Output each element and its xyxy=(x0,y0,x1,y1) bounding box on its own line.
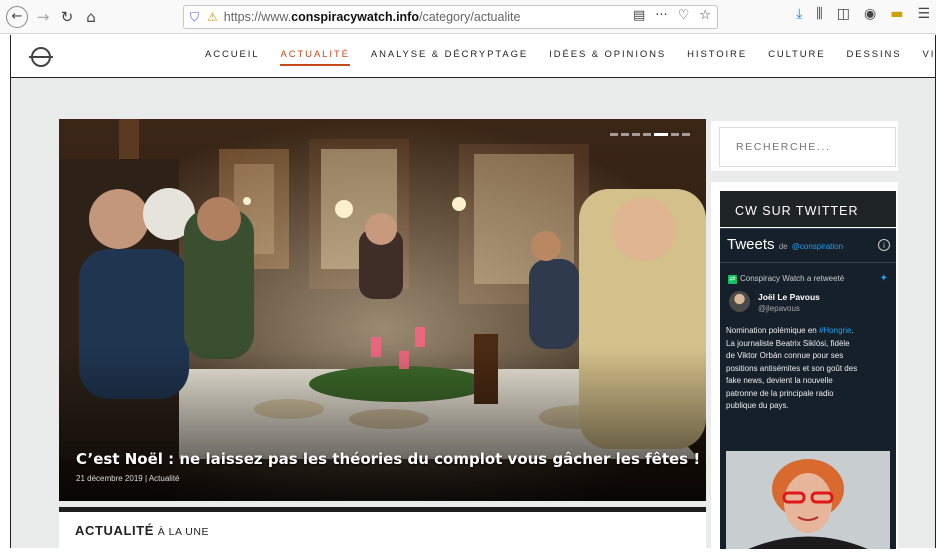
account-icon[interactable]: ◉ xyxy=(864,6,876,22)
hero-date: 21 décembre 2019 xyxy=(76,474,143,483)
tweets-by: de xyxy=(778,242,788,251)
info-icon[interactable]: i xyxy=(878,239,890,251)
search-input[interactable] xyxy=(719,127,896,167)
hero-separator: | xyxy=(144,474,148,483)
tweet-photo[interactable] xyxy=(726,451,890,549)
tweet-line: positions antisémites et son goût des xyxy=(726,363,858,373)
retweet-line: ⇄ Conspiracy Watch a retweeté xyxy=(728,274,844,284)
section-header: ACTUALITÉ À LA UNE xyxy=(59,512,706,552)
slider-dot[interactable] xyxy=(671,133,679,136)
hero-title[interactable]: C’est Noël : ne laissez pas les théories… xyxy=(76,450,700,468)
download-icon[interactable]: ⤓ xyxy=(796,6,802,22)
hero-category[interactable]: Actualité xyxy=(149,474,180,483)
slider-dot-active[interactable] xyxy=(654,133,668,136)
tweet-line: La journaliste Beatrix Siklósi, fidèle xyxy=(726,338,850,348)
nav-item-actualite[interactable]: ACTUALITÉ xyxy=(280,49,350,66)
url-path: /category/actualite xyxy=(418,10,521,24)
bookmark-star-icon[interactable]: ☆ xyxy=(699,8,711,23)
tweet-line-after: . xyxy=(851,326,854,335)
twitter-widget: CW SUR TWITTER Tweets de @conspiration i… xyxy=(711,182,898,549)
retweet-icon: ⇄ xyxy=(728,275,737,284)
site-header: ACCUEIL ACTUALITÉ ANALYSE & DÉCRYPTAGE I… xyxy=(10,35,936,77)
tweet-line: de Viktor Orbán connue pour ses xyxy=(726,351,844,360)
tweet-author-handle[interactable]: @jlepavous xyxy=(758,304,800,313)
avatar[interactable] xyxy=(729,291,750,312)
slider-dot[interactable] xyxy=(643,133,651,136)
tracking-shield-icon[interactable]: ⛉ xyxy=(190,10,199,25)
sidebar-icon[interactable]: ◫ xyxy=(837,6,850,22)
tweet-text: Nomination polémique en #Hongrie. La jou… xyxy=(726,325,892,413)
tweet-line: publique du pays. xyxy=(726,401,789,410)
page-content: C’est Noël : ne laissez pas les théories… xyxy=(10,77,936,552)
reader-view-icon[interactable]: ▤ xyxy=(633,8,645,23)
tweets-divider xyxy=(720,262,896,263)
pocket-icon[interactable]: ♡ xyxy=(678,8,690,23)
tweet-line: fake news, devient la nouvelle xyxy=(726,376,833,385)
main-nav: ACCUEIL ACTUALITÉ ANALYSE & DÉCRYPTAGE I… xyxy=(205,49,936,66)
slider-dot[interactable] xyxy=(682,133,690,136)
menu-icon[interactable]: ☰ xyxy=(917,6,930,22)
tweets-handle[interactable]: @conspiration xyxy=(792,242,843,251)
nav-item-histoire[interactable]: HISTOIRE xyxy=(687,49,747,66)
slider-dots xyxy=(610,133,690,136)
nav-item-analyse[interactable]: ANALYSE & DÉCRYPTAGE xyxy=(371,49,528,66)
url-domain: conspiracywatch.info xyxy=(291,10,419,24)
section-title-bold: ACTUALITÉ xyxy=(75,523,155,538)
section-title-rest: À LA UNE xyxy=(157,526,209,538)
twitter-widget-title: CW SUR TWITTER xyxy=(720,191,896,227)
tweet-author-name[interactable]: Joël Le Pavous xyxy=(758,292,820,302)
reload-icon[interactable]: ↻ xyxy=(58,8,76,26)
hero-slide[interactable]: C’est Noël : ne laissez pas les théories… xyxy=(59,119,706,501)
home-icon[interactable]: ⌂ xyxy=(82,8,100,26)
insecure-lock-icon[interactable]: ⚠ xyxy=(207,10,218,24)
nav-item-culture[interactable]: CULTURE xyxy=(768,49,825,66)
conspiracy-watch-logo[interactable] xyxy=(29,47,53,67)
tweets-label: Tweets xyxy=(727,236,775,253)
library-icon[interactable]: ⫼ xyxy=(816,6,822,22)
address-bar[interactable]: ⛉ ⚠ https://www.conspiracywatch.info/cat… xyxy=(183,5,718,29)
hashtag-link[interactable]: #Hongrie xyxy=(819,326,851,335)
hero-caption: C’est Noël : ne laissez pas les théories… xyxy=(76,450,700,483)
nav-item-accueil[interactable]: ACCUEIL xyxy=(205,49,259,66)
browser-toolbar: ← → ↻ ⌂ ⛉ ⚠ https://www.conspiracywatch.… xyxy=(0,0,936,34)
slider-dot[interactable] xyxy=(621,133,629,136)
hero-image xyxy=(59,119,706,501)
forward-arrow-icon[interactable]: → xyxy=(34,8,52,26)
search-widget xyxy=(711,121,898,171)
hero-meta: 21 décembre 2019 | Actualité xyxy=(76,474,700,483)
slider-dot[interactable] xyxy=(610,133,618,136)
tweet-line: patronne de la principale radio xyxy=(726,388,834,398)
slider-dot[interactable] xyxy=(632,133,640,136)
tweet-line: Nomination polémique en #Hongrie. xyxy=(726,325,892,338)
twitter-bird-icon[interactable]: ✦ xyxy=(880,273,888,284)
tweet-line-text: Nomination polémique en xyxy=(726,326,819,335)
retweet-text: Conspiracy Watch a retweeté xyxy=(740,274,845,283)
twitter-timeline[interactable]: Tweets de @conspiration i ⇄ Conspiracy Wa… xyxy=(720,228,896,549)
tweet-photo-image xyxy=(726,451,890,549)
nav-item-dessins[interactable]: DESSINS xyxy=(847,49,902,66)
back-arrow-icon[interactable]: ← xyxy=(6,5,28,28)
extension-icon[interactable]: ▬ xyxy=(890,6,903,22)
nav-item-videos[interactable]: VIDÉOS xyxy=(923,49,936,66)
page-actions-icon[interactable]: ··· xyxy=(655,8,667,23)
section-title: ACTUALITÉ À LA UNE xyxy=(75,523,209,538)
url-text[interactable]: https://www.conspiracywatch.info/categor… xyxy=(224,10,521,24)
tweets-header: Tweets de @conspiration xyxy=(727,236,843,253)
nav-item-idees[interactable]: IDÉES & OPINIONS xyxy=(549,49,666,66)
url-prefix: https://www. xyxy=(223,10,292,24)
